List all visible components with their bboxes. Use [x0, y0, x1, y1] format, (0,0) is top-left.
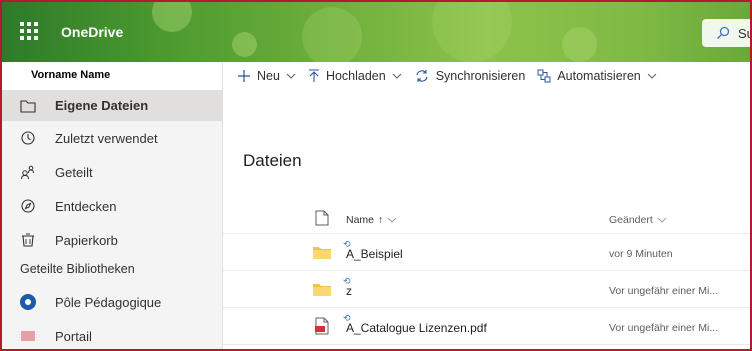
automate-label: Automatisieren	[557, 69, 641, 83]
folder-icon	[312, 243, 332, 261]
page-title: Dateien	[243, 151, 302, 170]
sidebar-item-library-cutoff[interactable]: Portail	[2, 319, 222, 349]
main-content: Dateien Name ↑ Geändert ⟲ A_Beispiel vor…	[223, 90, 750, 349]
upload-button[interactable]: Hochladen	[308, 69, 402, 83]
modified-column-label: Geändert	[609, 214, 653, 226]
file-name[interactable]: z	[346, 284, 352, 298]
sidebar-item-label: Entdecken	[55, 198, 117, 214]
sidebar-item-recent[interactable]: Zuletzt verwendet	[2, 121, 222, 155]
sync-label: Synchronisieren	[435, 69, 526, 83]
folder-icon	[312, 280, 332, 298]
new-button[interactable]: Neu	[237, 69, 296, 83]
site-icon	[20, 328, 36, 344]
sidebar-item-label: Pôle Pédagogique	[55, 294, 162, 310]
name-column-label: Name	[346, 214, 375, 226]
modified-date: vor 9 Minuten	[609, 248, 673, 260]
search-icon	[717, 26, 730, 39]
sidebar-item-label: Portail	[55, 328, 92, 344]
command-bar: Neu Hochladen Synchronisieren Automatisi…	[223, 62, 750, 90]
search-placeholder: Su	[738, 25, 750, 41]
sidebar-item-shared[interactable]: Geteilt	[2, 155, 222, 189]
new-label: Neu	[257, 69, 280, 83]
sync-button[interactable]: Synchronisieren	[414, 69, 526, 83]
people-icon	[20, 164, 36, 180]
app-title[interactable]: OneDrive	[61, 24, 123, 40]
folder-icon	[20, 98, 36, 114]
search-box[interactable]: Su	[702, 19, 750, 47]
app-launcher-icon[interactable]	[20, 22, 38, 40]
sidebar-item-label: Eigene Dateien	[55, 98, 149, 113]
chevron-down-icon	[286, 73, 296, 79]
upload-label: Hochladen	[325, 69, 386, 83]
file-list: Name ↑ Geändert ⟲ A_Beispiel vor 9 Minut…	[223, 204, 750, 345]
sidebar-item-label: Papierkorb	[55, 232, 118, 248]
name-column-header[interactable]: Name ↑	[346, 214, 397, 226]
compass-icon	[20, 198, 36, 214]
upload-icon	[308, 69, 320, 83]
file-name[interactable]: A_Catalogue Lizenzen.pdf	[346, 321, 487, 335]
modified-date: Vor ungefähr einer Mi...	[609, 285, 719, 297]
automate-button[interactable]: Automatisieren	[537, 69, 657, 83]
file-name[interactable]: A_Beispiel	[346, 247, 403, 261]
trash-icon	[20, 232, 36, 248]
sidebar: Vorname Name Eigene Dateien Zuletzt verw…	[2, 62, 223, 349]
table-row[interactable]: ⟲ z Vor ungefähr einer Mi...	[223, 271, 750, 308]
library-badge-icon	[20, 294, 36, 310]
file-type-column-icon[interactable]	[312, 209, 332, 227]
modified-date: Vor ungefähr einer Mi...	[609, 322, 719, 334]
pdf-file-icon	[312, 317, 332, 335]
table-row[interactable]: ⟲ A_Catalogue Lizenzen.pdf Vor ungefähr …	[223, 308, 750, 345]
chevron-down-icon	[657, 217, 667, 223]
app-window: OneDrive Su Vorname Name Eigene Dateien …	[0, 0, 752, 351]
shared-libraries-heading: Geteilte Bibliotheken	[20, 262, 135, 276]
sidebar-item-discover[interactable]: Entdecken	[2, 189, 222, 223]
chevron-down-icon	[647, 73, 657, 79]
sidebar-item-label: Geteilt	[55, 164, 93, 180]
sort-ascending-icon: ↑	[378, 214, 384, 226]
sync-icon	[414, 69, 430, 83]
clock-icon	[20, 130, 36, 146]
top-bar: OneDrive Su	[2, 2, 750, 62]
plus-icon	[237, 69, 251, 83]
user-name[interactable]: Vorname Name	[2, 62, 222, 90]
file-list-header: Name ↑ Geändert	[223, 204, 750, 234]
sidebar-item-recycle-bin[interactable]: Papierkorb	[2, 223, 222, 257]
automate-icon	[537, 69, 551, 83]
sidebar-item-label: Zuletzt verwendet	[55, 130, 158, 146]
modified-column-header[interactable]: Geändert	[609, 214, 750, 226]
chevron-down-icon	[387, 217, 397, 223]
chevron-down-icon	[392, 73, 402, 79]
table-row[interactable]: ⟲ A_Beispiel vor 9 Minuten	[223, 234, 750, 271]
sidebar-item-library[interactable]: Pôle Pédagogique	[2, 285, 222, 319]
sidebar-item-my-files[interactable]: Eigene Dateien	[2, 90, 222, 121]
